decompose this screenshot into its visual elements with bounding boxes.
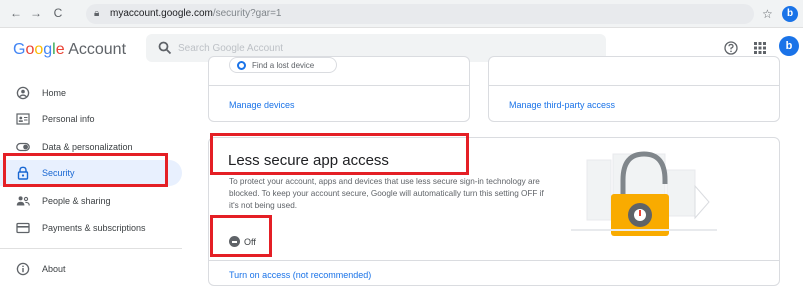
lock-icon: 🔒︎ (94, 8, 100, 19)
credit-card-icon (16, 222, 30, 234)
sidebar-divider (0, 248, 182, 249)
padlock-illustration (571, 151, 717, 236)
help-icon[interactable] (724, 41, 738, 55)
card-divider (209, 260, 779, 261)
sidebar-item-people-sharing[interactable]: People & sharing (0, 188, 182, 214)
sidebar-item-personal-info[interactable]: Personal info (0, 106, 182, 132)
url-host: myaccount.google.com (110, 8, 213, 19)
sidebar-item-label: About (42, 264, 66, 274)
person-card-icon (16, 113, 30, 125)
brand-account-text: Account (68, 41, 127, 58)
browser-profile-avatar[interactable]: b (782, 6, 798, 22)
card-divider (209, 85, 469, 86)
search-icon[interactable] (158, 41, 172, 55)
toggle-icon (16, 142, 30, 152)
highlight-security-nav (3, 153, 168, 187)
bookmark-star-icon[interactable]: ☆ (762, 6, 773, 22)
apps-grid-icon[interactable] (753, 41, 767, 55)
manage-devices-link[interactable]: Manage devices (229, 99, 295, 111)
people-icon (16, 196, 30, 206)
reload-button[interactable]: C (50, 5, 66, 21)
google-account-logo[interactable]: Google Account (13, 40, 126, 60)
sidebar-item-label: Data & personalization (42, 142, 133, 152)
search-input[interactable] (178, 38, 578, 58)
account-avatar[interactable]: b (779, 36, 799, 56)
url-text: myaccount.google.com/security?gar=1 (110, 7, 282, 21)
sidebar-item-label: People & sharing (42, 196, 111, 206)
info-icon (16, 262, 30, 276)
sidebar-item-about[interactable]: About (0, 256, 182, 282)
highlight-less-secure-title (210, 133, 469, 175)
highlight-off-toggle (210, 215, 272, 257)
card-divider (489, 85, 779, 86)
home-icon (16, 86, 30, 100)
find-lost-device-button[interactable]: Find a lost device (229, 57, 337, 73)
sidebar-nav: Home Personal info Data & personalizatio… (0, 68, 196, 307)
sidebar-item-label: Home (42, 88, 67, 98)
locate-device-icon (237, 61, 246, 70)
less-secure-description: To protect your account, apps and device… (229, 177, 544, 210)
turn-on-access-link[interactable]: Turn on access (not recommended) (229, 269, 371, 281)
manage-third-party-access-link[interactable]: Manage third-party access (509, 99, 615, 111)
forward-button[interactable]: → (28, 5, 44, 21)
sidebar-item-payments[interactable]: Payments & subscriptions (0, 215, 182, 241)
sidebar-item-label: Personal info (42, 114, 95, 124)
devices-card: Find a lost device Manage devices (208, 56, 470, 122)
back-button[interactable]: ← (8, 5, 24, 21)
browser-toolbar: ← → C 🔒︎ myaccount.google.com/security?g… (0, 0, 803, 28)
sidebar-item-label: Payments & subscriptions (42, 223, 146, 233)
address-bar[interactable]: 🔒︎ myaccount.google.com/security?gar=1 (86, 4, 754, 24)
third-party-card: Manage third-party access (488, 56, 780, 122)
sidebar-item-home[interactable]: Home (0, 80, 182, 106)
url-path: /security?gar=1 (212, 8, 282, 19)
